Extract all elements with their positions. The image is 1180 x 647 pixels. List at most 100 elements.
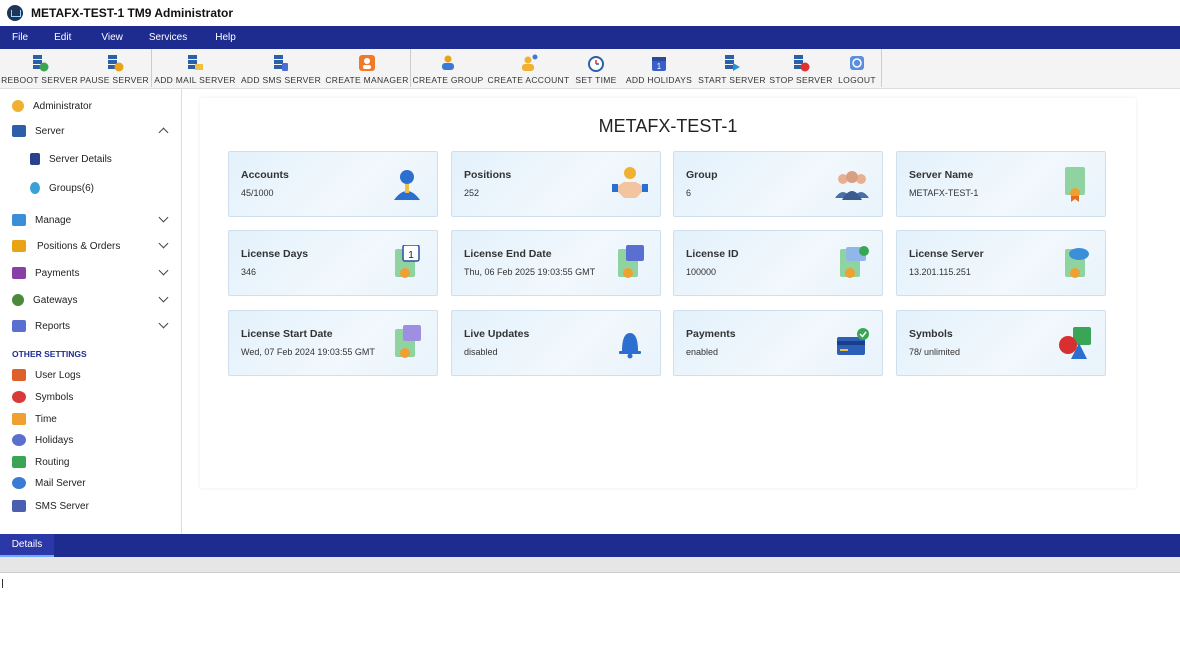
sidebar-item-reports[interactable]: Reports <box>0 316 182 336</box>
menu-services[interactable]: Services <box>149 32 187 43</box>
payments-icon <box>12 267 26 279</box>
card-positions[interactable]: Positions 252 <box>451 151 661 217</box>
sidebar-item-gateways[interactable]: Gateways <box>0 290 182 310</box>
sidebar-item-groups[interactable]: Groups(6) <box>0 178 182 198</box>
details-bar: Details <box>0 534 1180 557</box>
sidebar-item-server[interactable]: Server <box>0 121 182 141</box>
sidebar-item-routing[interactable]: Routing <box>0 452 182 472</box>
card-license-id[interactable]: License ID 100000 <box>673 230 883 296</box>
symbols-icon <box>12 391 26 403</box>
main-panel: METAFX-TEST-1 Accounts 45/1000 Positions… <box>200 98 1136 488</box>
add-holidays-button[interactable]: 1 ADD HOLIDAYS <box>626 49 692 89</box>
card-symbols[interactable]: Symbols 78/ unlimited <box>896 310 1106 376</box>
certificate-icon <box>1065 167 1085 202</box>
chevron-up-icon[interactable] <box>158 127 169 138</box>
sidebar-item-server-details[interactable]: Server Details <box>0 149 182 169</box>
create-account-icon <box>521 54 537 71</box>
card-license-end-date[interactable]: License End Date Thu, 06 Feb 2025 19:03:… <box>451 230 661 296</box>
reports-icon <box>12 320 26 332</box>
card-license-server[interactable]: License Server 13.201.115.251 <box>896 230 1106 296</box>
menu-view[interactable]: View <box>101 32 123 43</box>
tab-details[interactable]: Details <box>0 534 54 557</box>
toolbar: REBOOT SERVER PAUSE SERVER ADD MAIL SERV… <box>0 49 1180 89</box>
details-content-area <box>0 574 1180 647</box>
sidebar-item-administrator[interactable]: Administrator <box>0 96 182 116</box>
sidebar-item-holidays[interactable]: Holidays <box>0 430 182 450</box>
credit-card-icon <box>837 328 869 355</box>
menu-edit[interactable]: Edit <box>54 32 71 43</box>
create-manager-button[interactable]: CREATE MANAGER <box>325 49 408 89</box>
card-server-name[interactable]: Server Name METAFX-TEST-1 <box>896 151 1106 217</box>
add-mail-server-button[interactable]: ADD MAIL SERVER <box>154 49 235 89</box>
toolbar-separator <box>881 49 882 87</box>
groups-icon <box>30 182 40 194</box>
chevron-down-icon[interactable] <box>158 318 169 329</box>
card-live-updates[interactable]: Live Updates disabled <box>451 310 661 376</box>
details-header-strip <box>0 557 1180 573</box>
create-group-button[interactable]: CREATE GROUP <box>413 49 483 89</box>
sidebar-item-mail-server[interactable]: Mail Server <box>0 473 182 493</box>
reboot-server-button[interactable]: REBOOT SERVER <box>1 49 78 89</box>
menu-file[interactable]: File <box>12 32 28 43</box>
page-title: METAFX-TEST-1 <box>598 116 738 136</box>
stop-server-icon <box>794 55 810 72</box>
create-group-icon <box>442 55 454 70</box>
add-sms-server-button[interactable]: ADD SMS SERVER <box>241 49 321 89</box>
chevron-down-icon[interactable] <box>158 265 169 276</box>
chevron-down-icon[interactable] <box>158 238 169 249</box>
reboot-server-icon <box>32 55 48 72</box>
sidebar-item-user-logs[interactable]: User Logs <box>0 365 182 385</box>
card-group[interactable]: Group 6 <box>673 151 883 217</box>
add-sms-server-icon <box>274 55 288 71</box>
sidebar-item-payments[interactable]: Payments <box>0 263 182 283</box>
sidebar-item-symbols[interactable]: Symbols <box>0 387 182 407</box>
create-manager-icon <box>359 55 375 71</box>
pause-server-icon <box>107 55 123 72</box>
server-details-icon <box>30 153 40 165</box>
license-end-date-icon <box>618 245 644 278</box>
sidebar: Administrator Server Server Details Grou… <box>0 89 182 534</box>
license-calendar-icon: 1 <box>395 245 420 278</box>
set-time-button[interactable]: SET TIME <box>575 49 616 89</box>
svg-text:1: 1 <box>408 250 414 261</box>
card-payments[interactable]: Payments enabled <box>673 310 883 376</box>
administrator-icon <box>12 100 24 112</box>
pause-server-button[interactable]: PAUSE SERVER <box>80 49 149 89</box>
gateways-icon <box>12 294 24 306</box>
group-people-icon <box>835 171 869 200</box>
other-settings-heading: OTHER SETTINGS <box>12 349 87 359</box>
menu-help[interactable]: Help <box>215 32 236 43</box>
start-server-icon <box>725 55 740 71</box>
chevron-down-icon[interactable] <box>158 212 169 223</box>
add-mail-server-icon <box>188 55 203 70</box>
chevron-down-icon[interactable] <box>158 292 169 303</box>
text-cursor <box>1 579 3 588</box>
license-id-icon <box>840 246 869 278</box>
license-start-date-icon <box>395 325 421 358</box>
user-logs-icon <box>12 369 26 381</box>
toolbar-separator <box>410 49 411 87</box>
sidebar-item-time[interactable]: Time <box>0 409 182 429</box>
holidays-icon <box>12 434 26 446</box>
sidebar-item-positions-orders[interactable]: Positions & Orders <box>0 236 182 256</box>
bell-icon <box>619 333 641 359</box>
app-logo-icon <box>7 5 23 21</box>
routing-icon <box>12 456 26 468</box>
card-accounts[interactable]: Accounts 45/1000 <box>228 151 438 217</box>
start-server-button[interactable]: START SERVER <box>698 49 766 89</box>
card-license-days[interactable]: License Days 346 1 <box>228 230 438 296</box>
toolbar-separator <box>151 49 152 87</box>
time-icon <box>12 413 26 425</box>
license-server-icon <box>1065 248 1089 278</box>
card-license-start-date[interactable]: License Start Date Wed, 07 Feb 2024 19:0… <box>228 310 438 376</box>
shapes-icon <box>1059 327 1091 359</box>
positions-orders-icon <box>12 240 26 252</box>
create-account-button[interactable]: CREATE ACCOUNT <box>488 49 569 89</box>
logout-button[interactable]: LOGOUT <box>838 49 876 89</box>
sidebar-item-sms-server[interactable]: SMS Server <box>0 496 182 516</box>
stop-server-button[interactable]: STOP SERVER <box>769 49 832 89</box>
calendar-icon: 1 <box>652 57 666 71</box>
sidebar-item-manage[interactable]: Manage <box>0 210 182 230</box>
sms-server-icon <box>12 500 26 512</box>
logout-icon <box>850 56 864 70</box>
